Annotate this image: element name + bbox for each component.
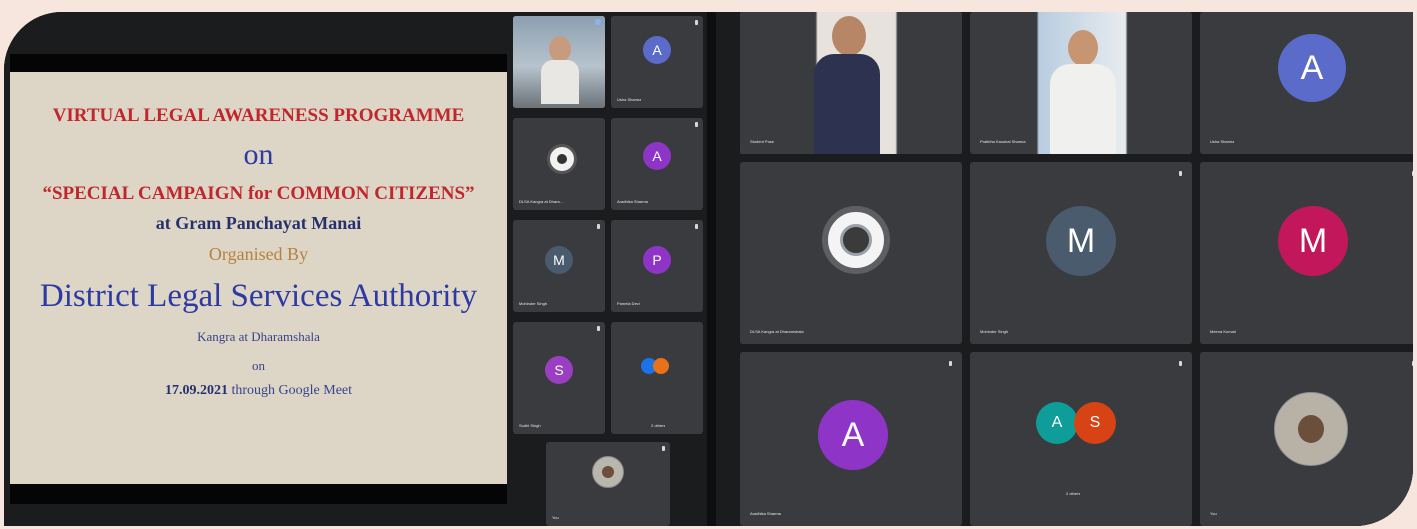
self-avatar [1274, 392, 1348, 466]
participant-name: Student Pose [750, 139, 775, 144]
participant-tile[interactable]: A Usha Sharma [1200, 12, 1413, 154]
mic-muted-icon [949, 361, 952, 366]
participant-avatar: P [643, 246, 671, 274]
participant-name: Sudhi Singh [519, 423, 541, 428]
slide-on: on [243, 138, 274, 171]
participant-avatar: A [643, 36, 671, 64]
participant-avatar: A [818, 400, 888, 470]
mic-muted-icon [1179, 171, 1182, 176]
slide-venue: at Gram Panchayat Manai [155, 213, 362, 233]
person-body [814, 54, 880, 154]
mic-muted-icon [695, 20, 698, 25]
slide-organised-by: Organised By [208, 244, 309, 264]
participant-tile[interactable]: You [1200, 352, 1413, 526]
slide-date-suffix: through Google Meet [227, 383, 353, 398]
meeting-window-left: VIRTUAL LEGAL AWARENESS PROGRAMME on “SP… [4, 12, 707, 526]
participant-name: Aradhika Sharma [750, 511, 781, 516]
participant-tile[interactable]: A Aradhika Sharma [611, 118, 703, 210]
slide-campaign: “SPECIAL CAMPAIGN for COMMON CITIZENS” [42, 183, 475, 204]
mic-muted-icon [1412, 361, 1413, 366]
meeting-window-right: Student Pose Pratibha Kaushal Sharma A U… [716, 12, 1413, 526]
slide-date: 17.09.2021 [164, 383, 228, 398]
slide-location: Kangra at Dharamshala [197, 329, 320, 344]
participant-avatar: M [545, 246, 573, 274]
pin-icon [595, 19, 601, 25]
meet-screenshot-frame: VIRTUAL LEGAL AWARENESS PROGRAMME on “SP… [4, 12, 1413, 526]
participant-name: 2 others [651, 423, 666, 428]
participant-name: Mohinder Singh [519, 301, 548, 306]
person-body [1050, 64, 1116, 154]
participant-name: Pamela Devi [617, 301, 640, 306]
slide-title: VIRTUAL LEGAL AWARENESS PROGRAMME [52, 105, 465, 126]
participant-name: Meena Kumari [1210, 329, 1237, 334]
participant-avatar [653, 358, 669, 374]
participant-tile[interactable]: P Pamela Devi [611, 220, 703, 312]
participant-name: Mohinder Singh [980, 329, 1009, 334]
participant-tile[interactable] [513, 16, 605, 108]
person-head [832, 16, 866, 56]
participant-name: Aradhika Sharma [617, 199, 648, 204]
participant-tile[interactable]: Student Pose [740, 12, 962, 154]
participant-avatar: M [1046, 206, 1116, 276]
participant-tile[interactable]: M Meena Kumari [1200, 162, 1413, 344]
mic-muted-icon [695, 122, 698, 127]
participant-tile[interactable]: A Aradhika Sharma [740, 352, 962, 526]
participant-name: DLSA Kangra at Dharamshala [750, 329, 804, 334]
participant-tile[interactable]: A S 2 others [970, 352, 1192, 526]
participant-name: Pratibha Kaushal Sharma [980, 139, 1026, 144]
mic-muted-icon [1412, 171, 1413, 176]
participant-tile[interactable]: DLSA Kangra at Dhara… [513, 118, 605, 210]
slide-on-2: on [252, 358, 265, 373]
slide-authority: District Legal Services Authority [39, 278, 478, 314]
participant-tile[interactable]: M Mohinder Singh [970, 162, 1192, 344]
participant-name: DLSA Kangra at Dhara… [519, 199, 564, 204]
participant-name: You [552, 515, 559, 520]
self-avatar [592, 456, 624, 488]
participant-tile[interactable]: You [546, 442, 670, 526]
mic-muted-icon [597, 224, 600, 229]
presentation-area: VIRTUAL LEGAL AWARENESS PROGRAMME on “SP… [10, 54, 507, 504]
participant-avatar: S [545, 356, 573, 384]
mic-muted-icon [1179, 361, 1182, 366]
mic-muted-icon [662, 446, 665, 451]
participant-tile[interactable]: Pratibha Kaushal Sharma [970, 12, 1192, 154]
participant-avatar: S [1074, 402, 1116, 444]
participant-tile[interactable]: S Sudhi Singh [513, 322, 605, 434]
dlsa-logo-icon [822, 206, 890, 274]
presentation-slide: VIRTUAL LEGAL AWARENESS PROGRAMME on “SP… [10, 72, 507, 484]
participant-avatar: A [1278, 34, 1346, 102]
participant-name: You [1210, 511, 1217, 516]
participant-tile[interactable]: M Mohinder Singh [513, 220, 605, 312]
participant-avatar: A [1036, 402, 1078, 444]
dlsa-logo-icon [547, 144, 577, 174]
participant-tile[interactable]: DLSA Kangra at Dharamshala [740, 162, 962, 344]
mic-muted-icon [695, 224, 698, 229]
participant-avatar: M [1278, 206, 1348, 276]
participant-avatar: A [643, 142, 671, 170]
participant-name: 2 others [1066, 491, 1081, 496]
slide-date-line: 17.09.2021 through Google Meet [10, 383, 507, 399]
person-head [549, 36, 571, 62]
person-body [541, 60, 579, 104]
person-head [1068, 30, 1098, 66]
mic-muted-icon [597, 326, 600, 331]
participant-name: Usha Sharma [1210, 139, 1235, 144]
participant-tile[interactable]: 2 others [611, 322, 703, 434]
participant-tile[interactable]: A Usha Sharma [611, 16, 703, 108]
participant-name: Usha Sharma [617, 97, 642, 102]
